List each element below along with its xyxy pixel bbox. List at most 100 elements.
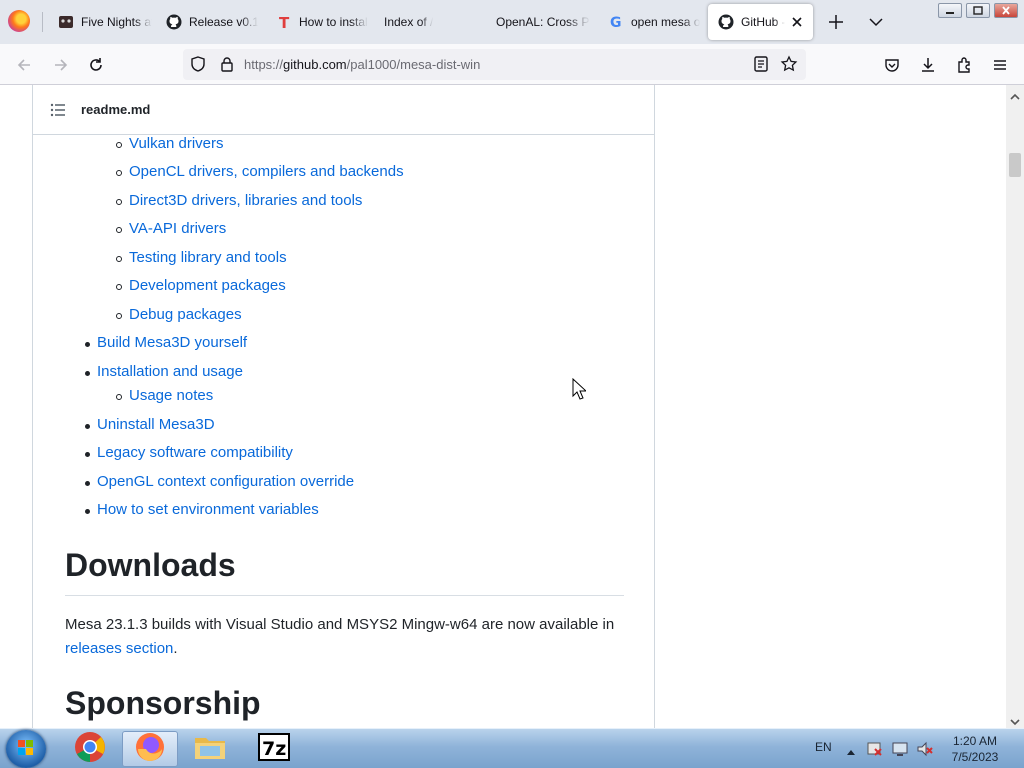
tab-openal[interactable]: OpenAL: Cross Platform (486, 4, 590, 40)
toc-link-direct3d-drivers[interactable]: Direct3D drivers, libraries and tools (129, 192, 362, 209)
toc-link-opencl-drivers[interactable]: OpenCL drivers, compilers and backends (129, 163, 404, 180)
url-host: github.com (283, 57, 347, 72)
tab-title: Release v0.1 (189, 15, 258, 29)
forward-icon[interactable] (50, 54, 72, 76)
table-of-contents-icon[interactable] (50, 103, 66, 122)
action-center-icon[interactable] (866, 740, 884, 763)
toc-link-vulkan-drivers[interactable]: Vulkan drivers (129, 135, 223, 152)
tab-title: Five Nights at Freddy's (81, 15, 152, 29)
show-hidden-icons-icon[interactable] (846, 743, 856, 761)
taskbar-7zip[interactable]: 7z (246, 731, 302, 767)
folder-icon (193, 732, 227, 767)
toc-link-build-mesa3d[interactable]: Build Mesa3D yourself (97, 334, 247, 351)
scroll-up-icon[interactable] (1010, 89, 1020, 100)
extensions-icon[interactable] (953, 54, 975, 76)
github-icon (718, 14, 734, 30)
t-icon: T (276, 14, 292, 30)
tab-title: How to install (299, 15, 368, 29)
toc-link-environment-variables[interactable]: How to set environment variables (97, 501, 319, 518)
url-scheme: https:// (244, 57, 284, 72)
downloads-icon[interactable] (917, 54, 939, 76)
tab-five-nights[interactable]: Five Nights at Freddy's (48, 4, 152, 40)
list-bullet (85, 452, 90, 457)
clock-time: 1:20 AM (952, 734, 998, 748)
list-bullet (85, 424, 90, 429)
toc-link-opengl-context-override[interactable]: OpenGL context configuration override (97, 473, 354, 490)
tab-strip: Five Nights at Freddy's Release v0.1 T H… (0, 0, 1024, 44)
scrollbar-thumb[interactable] (1009, 153, 1021, 177)
volume-muted-icon[interactable] (916, 740, 934, 763)
tracking-protection-shield-icon[interactable] (189, 55, 207, 78)
downloads-period: . (173, 640, 178, 657)
readme-panel: readme.md Vulkan drivers OpenCL drivers,… (32, 85, 655, 728)
github-icon (166, 14, 182, 30)
heading-divider (65, 595, 624, 596)
page-scrollbar[interactable] (1006, 85, 1024, 728)
tab-how-to-install[interactable]: T How to install (266, 4, 368, 40)
7zip-icon: 7z (258, 732, 290, 766)
downloads-heading: Downloads (65, 547, 236, 583)
game-icon (58, 14, 74, 30)
minimize-window-button[interactable] (938, 3, 962, 18)
toc-link-uninstall-mesa3d[interactable]: Uninstall Mesa3D (97, 416, 215, 433)
downloads-paragraph: Mesa 23.1.3 builds with Visual Studio an… (65, 613, 625, 661)
toc-link-debug-packages[interactable]: Debug packages (129, 306, 242, 323)
new-tab-icon[interactable] (826, 12, 846, 32)
toc-link-usage-notes[interactable]: Usage notes (129, 387, 213, 404)
tab-open-mesa-search[interactable]: G open mesa opengl (598, 4, 700, 40)
svg-text:7z: 7z (262, 738, 286, 760)
tab-release[interactable]: Release v0.1 (156, 4, 258, 40)
clock-date: 7/5/2023 (951, 750, 999, 764)
close-window-button[interactable] (994, 3, 1018, 18)
scroll-down-icon[interactable] (1010, 714, 1020, 726)
releases-section-link[interactable]: releases section (65, 640, 173, 657)
svg-text:G: G (610, 15, 622, 30)
list-bullet (85, 481, 90, 486)
tab-title: GitHub - pal1000/mesa-dist-win (741, 15, 785, 29)
start-button[interactable] (6, 730, 46, 768)
downloads-text: Mesa 23.1.3 builds with Visual Studio an… (65, 616, 615, 633)
bookmark-star-icon[interactable] (780, 55, 798, 78)
pocket-icon[interactable] (881, 54, 903, 76)
hamburger-menu-icon[interactable] (989, 54, 1011, 76)
reader-view-icon[interactable] (752, 55, 770, 78)
network-icon[interactable] (891, 740, 909, 763)
list-circle-bullet (116, 170, 122, 176)
tab-index-of[interactable]: Index of / (374, 4, 474, 40)
google-icon: G (608, 14, 624, 30)
list-all-tabs-icon[interactable] (866, 12, 886, 32)
list-bullet (85, 342, 90, 347)
url-text[interactable]: https://github.com/pal1000/mesa-dist-win (244, 57, 480, 72)
readme-filename: readme.md (81, 102, 151, 117)
taskbar-explorer[interactable] (182, 731, 238, 767)
tab-separator (42, 12, 43, 32)
reload-icon[interactable] (85, 54, 107, 76)
windows-taskbar: 7z EN 1:20 AM 7/5/2023 (0, 728, 1024, 768)
tab-title: OpenAL: Cross Platform (496, 15, 590, 29)
list-bullet (85, 371, 90, 376)
firefox-menu-icon[interactable] (8, 10, 30, 32)
taskbar-firefox[interactable] (122, 731, 178, 767)
close-tab-icon[interactable] (789, 14, 805, 30)
list-circle-bullet (116, 313, 122, 319)
toc-link-legacy-software[interactable]: Legacy software compatibility (97, 444, 293, 461)
toc-link-va-api-drivers[interactable]: VA-API drivers (129, 220, 226, 237)
toc-link-testing-library[interactable]: Testing library and tools (129, 249, 287, 266)
restore-window-button[interactable] (966, 3, 990, 18)
page-content: readme.md Vulkan drivers OpenCL drivers,… (0, 85, 1024, 728)
toc-link-installation-and-usage[interactable]: Installation and usage (97, 363, 243, 380)
tab-github-mesa-dist-win[interactable]: GitHub - pal1000/mesa-dist-win (708, 4, 813, 40)
language-indicator[interactable]: EN (815, 740, 832, 754)
sponsorship-heading: Sponsorship (65, 685, 261, 721)
back-icon[interactable] (13, 54, 35, 76)
list-circle-bullet (116, 142, 122, 148)
list-circle-bullet (116, 227, 122, 233)
list-bullet (85, 509, 90, 514)
taskbar-chrome[interactable] (62, 731, 118, 767)
system-clock[interactable]: 1:20 AM 7/5/2023 (946, 733, 1004, 765)
firefox-icon (134, 731, 166, 768)
lock-icon[interactable] (218, 55, 236, 78)
chrome-icon (74, 731, 106, 768)
toc-link-development-packages[interactable]: Development packages (129, 277, 286, 294)
url-bar[interactable]: https://github.com/pal1000/mesa-dist-win (183, 49, 806, 80)
